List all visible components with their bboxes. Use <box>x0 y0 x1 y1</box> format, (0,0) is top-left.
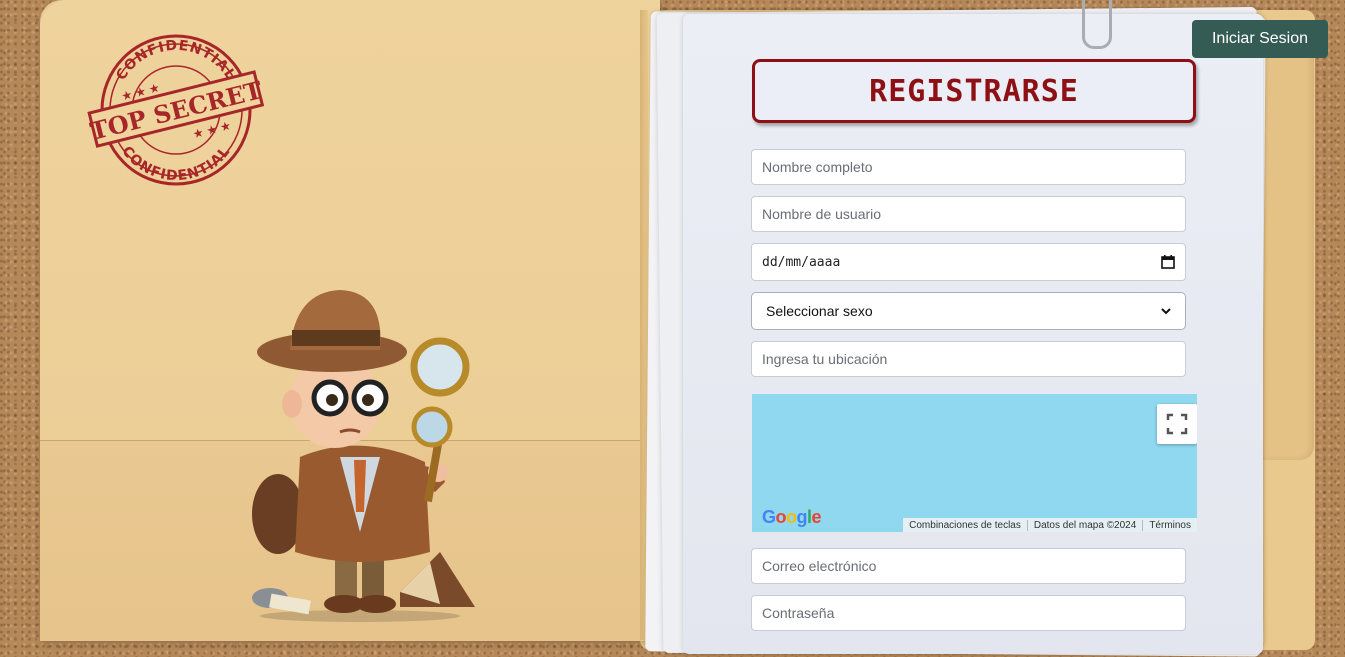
password-field[interactable]: Contraseña <box>751 595 1186 631</box>
paperclip-icon <box>1082 0 1112 49</box>
google-logo: Google <box>762 507 822 527</box>
fullscreen-button[interactable] <box>1157 404 1197 444</box>
map-data-text: Datos del mapa ©2024 <box>1026 519 1142 531</box>
terms-link[interactable]: Términos <box>1142 519 1197 531</box>
birthdate-value: dd/mm/aaaa <box>762 254 841 270</box>
stamp-bottom-text: CONFIDENTIAL <box>118 143 233 184</box>
email-field[interactable]: Correo electrónico <box>751 548 1186 584</box>
sex-select-value: Seleccionar sexo <box>766 303 873 319</box>
magnifying-glass-icon <box>410 337 470 397</box>
detective-illustration <box>252 290 475 622</box>
full-name-placeholder: Nombre completo <box>762 159 873 175</box>
stamp-top-text: CONFIDENTIAL <box>113 38 239 84</box>
folder-right-tab <box>1262 40 1314 460</box>
top-secret-stamp: CONFIDENTIAL CONFIDENTIAL TOP SECRET ★ ★… <box>87 34 265 186</box>
full-name-field[interactable]: Nombre completo <box>751 149 1186 185</box>
calendar-icon[interactable] <box>1161 255 1175 269</box>
location-field[interactable]: Ingresa tu ubicación <box>751 341 1186 377</box>
location-placeholder: Ingresa tu ubicación <box>762 351 888 367</box>
birthdate-field[interactable]: dd/mm/aaaa <box>751 243 1186 281</box>
fullscreen-icon <box>1166 413 1188 435</box>
map-attribution: Combinaciones de teclas Datos del mapa ©… <box>903 518 1197 532</box>
username-field[interactable]: Nombre de usuario <box>751 196 1186 232</box>
login-button[interactable]: Iniciar Sesion <box>1192 20 1328 58</box>
chevron-down-icon <box>1161 308 1171 315</box>
username-placeholder: Nombre de usuario <box>762 206 882 222</box>
password-placeholder: Contraseña <box>762 605 835 621</box>
location-map[interactable]: Google Combinaciones de teclas Datos del… <box>752 394 1197 532</box>
sex-select[interactable]: Seleccionar sexo <box>751 292 1186 330</box>
email-placeholder: Correo electrónico <box>762 558 877 574</box>
keyboard-shortcuts-link[interactable]: Combinaciones de teclas <box>903 520 1027 531</box>
page-title: REGISTRARSE <box>869 73 1079 109</box>
register-title-banner: REGISTRARSE <box>752 59 1196 123</box>
